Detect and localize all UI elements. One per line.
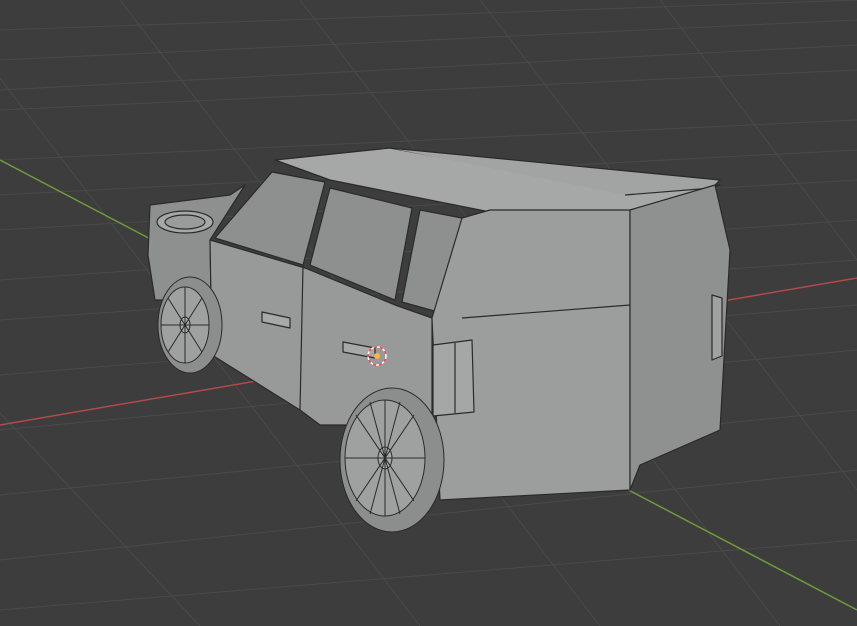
car-tail-light: [432, 339, 475, 417]
car-wheel-rear[interactable]: [339, 387, 445, 533]
car-wheel-front[interactable]: [157, 276, 223, 374]
3d-viewport[interactable]: [0, 0, 857, 626]
floor-grid: [0, 0, 857, 626]
